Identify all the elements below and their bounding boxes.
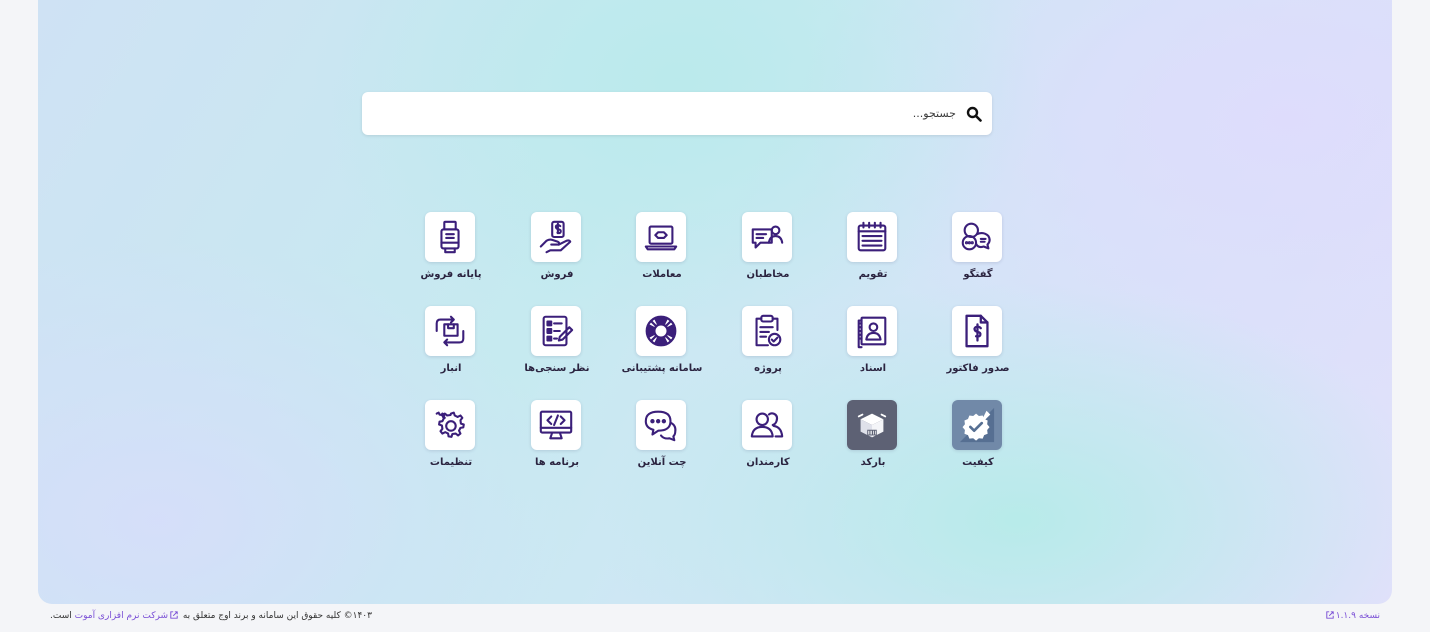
app-deals-label: معاملات <box>642 269 682 280</box>
app-calendar[interactable]: تقویم <box>820 212 926 292</box>
app-pos-tile[interactable] <box>425 212 475 262</box>
copyright-year: ۱۴۰۳ <box>352 611 372 621</box>
app-project-label: پروژه <box>754 363 782 374</box>
quality-badge-icon <box>959 407 995 443</box>
search-input[interactable] <box>396 102 956 125</box>
external-link-icon <box>1326 611 1334 619</box>
app-invoicing[interactable]: صدور فاکتور <box>925 306 1031 386</box>
external-link-icon <box>170 611 178 619</box>
app-apps-label: برنامه ها <box>535 457 579 468</box>
app-contacts[interactable]: مخاطبان <box>715 212 821 292</box>
app-apps-tile[interactable] <box>531 400 581 450</box>
app-pos-label: پایانه فروش <box>420 269 482 280</box>
app-chat-label: گفتگو <box>963 269 993 280</box>
contact-card-icon <box>751 225 784 249</box>
app-helpdesk-label: سامانه پشتیبانی <box>621 363 703 374</box>
search-icon[interactable] <box>966 106 982 122</box>
app-project-tile[interactable] <box>742 306 792 356</box>
employees-icon <box>750 412 784 438</box>
app-deals-tile[interactable] <box>636 212 686 262</box>
footer-copyright: ۱۴۰۳© کلیه حقوق این سامانه و برند اوج مت… <box>50 611 372 621</box>
app-employees-label: کارمندان <box>746 457 790 468</box>
app-invoicing-tile[interactable] <box>952 306 1002 356</box>
app-documents[interactable]: اسناد <box>820 306 926 386</box>
app-quality-tile[interactable] <box>952 400 1002 450</box>
live-chat-icon <box>644 410 677 442</box>
version-link[interactable]: نسخه ۱.۱.۹ <box>1324 611 1380 621</box>
app-barcode-label: بارکد <box>860 457 886 468</box>
survey-icon <box>542 315 574 347</box>
app-quality[interactable]: کیفیت <box>925 400 1031 480</box>
documents-icon <box>857 316 887 349</box>
copyright-suffix: است. <box>50 611 72 621</box>
app-employees-tile[interactable] <box>742 400 792 450</box>
laptop-deal-icon <box>644 225 678 251</box>
app-calendar-tile[interactable] <box>847 212 897 262</box>
app-chat[interactable]: گفتگو <box>925 212 1031 292</box>
app-surveys-label: نظر سنجی‌ها <box>524 363 590 374</box>
hero-background <box>38 0 1392 604</box>
app-chat-tile[interactable] <box>952 212 1002 262</box>
company-link-label: شرکت نرم افزاری آموت <box>74 611 168 621</box>
app-deals[interactable]: معاملات <box>609 212 715 292</box>
app-project[interactable]: پروژه <box>715 306 821 386</box>
app-calendar-label: تقویم <box>858 269 888 280</box>
app-sales-label: فروش <box>540 269 574 280</box>
invoice-dollar-icon <box>965 314 989 348</box>
chat-bubbles-icon <box>961 222 991 251</box>
clipboard-check-icon <box>755 314 782 347</box>
barcode-box-icon <box>857 413 887 438</box>
app-barcode[interactable]: بارکد <box>820 400 926 480</box>
app-settings-label: تنظیمات <box>429 457 473 468</box>
app-quality-label: کیفیت <box>962 457 994 468</box>
app-helpdesk[interactable]: سامانه پشتیبانی <box>609 306 715 386</box>
app-settings-tile[interactable] <box>425 400 475 450</box>
app-pos[interactable]: پایانه فروش <box>398 212 504 292</box>
app-inventory-tile[interactable] <box>425 306 475 356</box>
hand-money-icon <box>539 220 572 254</box>
app-helpdesk-tile[interactable] <box>636 306 686 356</box>
app-inventory-label: انبار <box>440 363 462 374</box>
app-settings[interactable]: تنظیمات <box>398 400 504 480</box>
app-surveys-tile[interactable] <box>531 306 581 356</box>
calendar-icon <box>857 221 887 252</box>
app-contacts-label: مخاطبان <box>746 269 790 280</box>
app-documents-label: اسناد <box>859 363 887 374</box>
app-sales-tile[interactable] <box>531 212 581 262</box>
company-link[interactable]: شرکت نرم افزاری آموت <box>75 611 180 621</box>
warehouse-box-icon <box>435 315 465 347</box>
app-employees[interactable]: کارمندان <box>715 400 821 480</box>
app-barcode-tile[interactable] <box>847 400 897 450</box>
app-invoicing-label: صدور فاکتور <box>946 363 1010 374</box>
app-inventory[interactable]: انبار <box>398 306 504 386</box>
app-livechat-label: چت آنلاین <box>637 457 687 468</box>
app-sales[interactable]: فروش <box>504 212 610 292</box>
app-surveys[interactable]: نظر سنجی‌ها <box>504 306 610 386</box>
lifebuoy-icon <box>645 315 677 347</box>
search-bar[interactable] <box>362 92 992 135</box>
app-livechat[interactable]: چت آنلاین <box>609 400 715 480</box>
app-apps[interactable]: برنامه ها <box>504 400 610 480</box>
monitor-code-icon <box>539 410 573 440</box>
gears-icon <box>435 411 465 438</box>
app-livechat-tile[interactable] <box>636 400 686 450</box>
version-label: نسخه ۱.۱.۹ <box>1335 611 1380 621</box>
app-contacts-tile[interactable] <box>742 212 792 262</box>
app-documents-tile[interactable] <box>847 306 897 356</box>
pos-terminal-icon <box>440 220 460 254</box>
copyright-text: کلیه حقوق این سامانه و برند اوج متعلق به <box>182 611 341 621</box>
copyright-symbol: © <box>343 611 353 621</box>
